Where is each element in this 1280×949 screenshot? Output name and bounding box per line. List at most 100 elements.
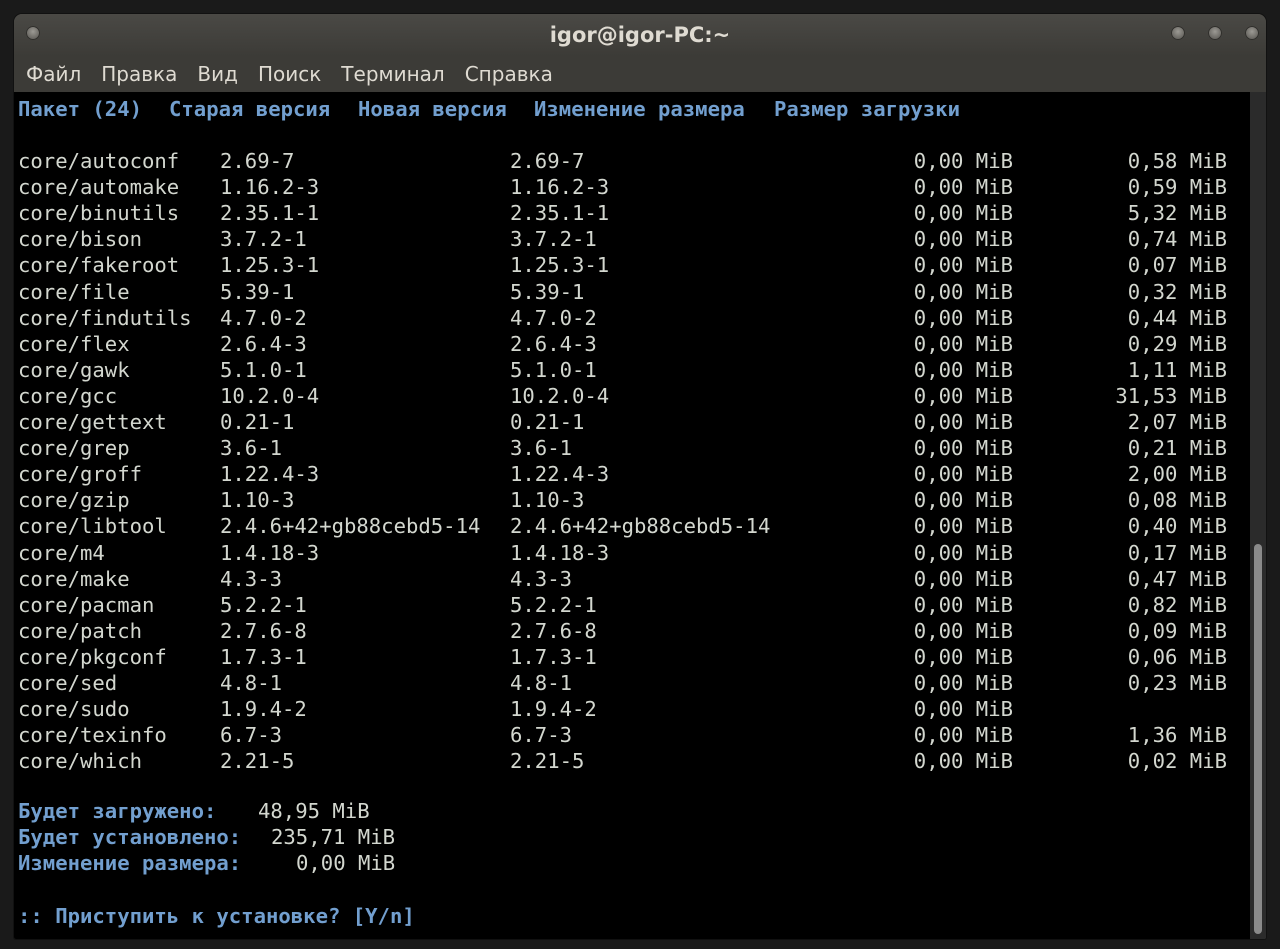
summary-change-value: 0,00 MiB: [296, 851, 396, 875]
old-version: 4.7.0-2: [220, 305, 307, 330]
package-name: core/automake: [18, 175, 180, 200]
table-row: core/make 4.3-3 4.3-3 0,00 MiB 0,47 MiB: [14, 566, 1250, 592]
header-old-version: Старая версия: [169, 97, 331, 121]
size-change: 0,00 MiB: [913, 514, 1013, 539]
header-size-change: Изменение размера: [534, 97, 745, 121]
package-name: core/gcc: [18, 383, 118, 408]
size-change: 0,00 MiB: [913, 383, 1013, 408]
table-row: core/gzip 1.10-3 1.10-3 0,00 MiB 0,08 MiB: [14, 487, 1250, 513]
old-version: 2.4.6+42+gb88cebd5-14: [220, 514, 481, 539]
download-size: 0,21 MiB: [1127, 436, 1227, 461]
package-name: core/m4: [18, 540, 105, 565]
new-version: 2.4.6+42+gb88cebd5-14: [510, 514, 771, 539]
table-row: core/flex 2.6.4-3 2.6.4-3 0,00 MiB 0,29 MiB: [14, 331, 1250, 357]
new-version: 2.21-5: [510, 749, 585, 774]
old-version: 2.21-5: [220, 749, 295, 774]
size-change: 0,00 MiB: [913, 175, 1013, 200]
table-row: core/sed 4.8-1 4.8-1 0,00 MiB 0,23 MiB: [14, 670, 1250, 696]
summary-install: Будет установлено: 235,71 MiB: [14, 824, 1250, 850]
menu-view[interactable]: Вид: [187, 56, 248, 92]
package-name: core/which: [18, 749, 142, 774]
package-name: core/gzip: [18, 488, 130, 513]
download-size: 0,02 MiB: [1127, 749, 1227, 774]
download-size: 0,59 MiB: [1127, 175, 1227, 200]
package-name: core/flex: [18, 331, 130, 356]
size-change: 0,00 MiB: [913, 697, 1013, 722]
download-size: 31,53 MiB: [1115, 383, 1227, 408]
old-version: 0.21-1: [220, 410, 295, 434]
old-version: 1.7.3-1: [220, 644, 307, 669]
package-name: core/findutils: [18, 305, 192, 330]
package-name: core/patch: [18, 618, 142, 643]
package-name: core/pacman: [18, 592, 155, 617]
table-row: core/which 2.21-5 2.21-5 0,00 MiB 0,02 MiB: [14, 748, 1250, 774]
download-size: 1,36 MiB: [1127, 723, 1227, 748]
menu-terminal[interactable]: Терминал: [331, 56, 454, 92]
scrollbar[interactable]: [1250, 92, 1266, 939]
size-change: 0,00 MiB: [913, 305, 1013, 330]
new-version: 1.16.2-3: [510, 175, 610, 200]
summary-download-label: Будет загружено:: [18, 799, 217, 823]
package-name: core/grep: [18, 436, 130, 461]
table-row: core/gawk 5.1.0-1 5.1.0-1 0,00 MiB 1,11 MiB: [14, 357, 1250, 383]
package-name: core/texinfo: [18, 723, 167, 748]
size-change: 0,00 MiB: [913, 644, 1013, 669]
old-version: 2.6.4-3: [220, 331, 307, 356]
new-version: 5.39-1: [510, 279, 585, 304]
package-name: core/gawk: [18, 357, 130, 382]
download-size: 0,17 MiB: [1127, 540, 1227, 565]
table-row: core/binutils 2.35.1-1 2.35.1-1 0,00 MiB 5,3…: [14, 200, 1250, 226]
maximize-icon[interactable]: [1208, 26, 1222, 40]
table-row: core/autoconf 2.69-7 2.69-7 0,00 MiB 0,58 Mi…: [14, 148, 1250, 174]
new-version: 1.22.4-3: [510, 462, 610, 487]
close-icon[interactable]: [1245, 26, 1259, 40]
size-change: 0,00 MiB: [913, 279, 1013, 304]
old-version: 1.9.4-2: [220, 697, 307, 722]
summary-install-value: 235,71 MiB: [271, 825, 395, 849]
old-version: 3.6-1: [220, 436, 282, 461]
install-prompt: :: Приступить к установке? [Y/n]: [18, 904, 415, 928]
menu-search[interactable]: Поиск: [248, 56, 331, 92]
old-version: 1.25.3-1: [220, 253, 320, 278]
new-version: 2.69-7: [510, 149, 585, 173]
old-version: 2.7.6-8: [220, 618, 307, 643]
download-size: 2,07 MiB: [1127, 410, 1227, 434]
terminal-output[interactable]: Пакет (24) Старая версия Новая версия Из…: [14, 92, 1250, 939]
table-row: core/bison 3.7.2-1 3.7.2-1 0,00 MiB 0,74 MiB: [14, 226, 1250, 252]
old-version: 5.2.2-1: [220, 592, 307, 617]
table-row: core/grep 3.6-1 3.6-1 0,00 MiB 0,21 MiB: [14, 435, 1250, 461]
size-change: 0,00 MiB: [913, 227, 1013, 252]
scrollbar-thumb[interactable]: [1254, 544, 1262, 934]
new-version: 10.2.0-4: [510, 383, 610, 408]
old-version: 2.35.1-1: [220, 201, 320, 226]
new-version: 5.2.2-1: [510, 592, 597, 617]
menu-file[interactable]: Файл: [14, 56, 91, 92]
menu-help[interactable]: Справка: [455, 56, 563, 92]
new-version: 1.7.3-1: [510, 644, 597, 669]
size-change: 0,00 MiB: [913, 201, 1013, 226]
old-version: 4.8-1: [220, 671, 282, 695]
size-change: 0,00 MiB: [913, 253, 1013, 278]
size-change: 0,00 MiB: [913, 488, 1013, 513]
summary-download-value: 48,95 MiB: [258, 799, 370, 823]
download-size: 0,47 MiB: [1127, 566, 1227, 591]
table-row: core/m4 1.4.18-3 1.4.18-3 0,00 MiB 0,17 MiB: [14, 540, 1250, 566]
table-row: core/groff 1.22.4-3 1.22.4-3 0,00 MiB 2,00 M…: [14, 461, 1250, 487]
old-version: 1.22.4-3: [220, 462, 320, 487]
menu-edit[interactable]: Правка: [91, 56, 187, 92]
title-bar[interactable]: igor@igor-PC:~: [14, 14, 1266, 56]
package-name: core/groff: [18, 462, 142, 487]
size-change: 0,00 MiB: [913, 671, 1013, 695]
table-row: core/gcc 10.2.0-4 10.2.0-4 0,00 MiB 31,53 Mi…: [14, 383, 1250, 409]
header-new-version: Новая версия: [358, 97, 507, 121]
table-row: core/libtool 2.4.6+42+gb88cebd5-14 2.4.6+4…: [14, 513, 1250, 539]
new-version: 3.7.2-1: [510, 227, 597, 252]
size-change: 0,00 MiB: [913, 436, 1013, 461]
package-name: core/gettext: [18, 410, 167, 434]
download-size: 0,09 MiB: [1127, 618, 1227, 643]
new-version: 1.9.4-2: [510, 697, 597, 722]
package-name: core/bison: [18, 227, 142, 252]
size-change: 0,00 MiB: [913, 749, 1013, 774]
new-version: 3.6-1: [510, 436, 572, 461]
minimize-icon[interactable]: [1171, 26, 1185, 40]
